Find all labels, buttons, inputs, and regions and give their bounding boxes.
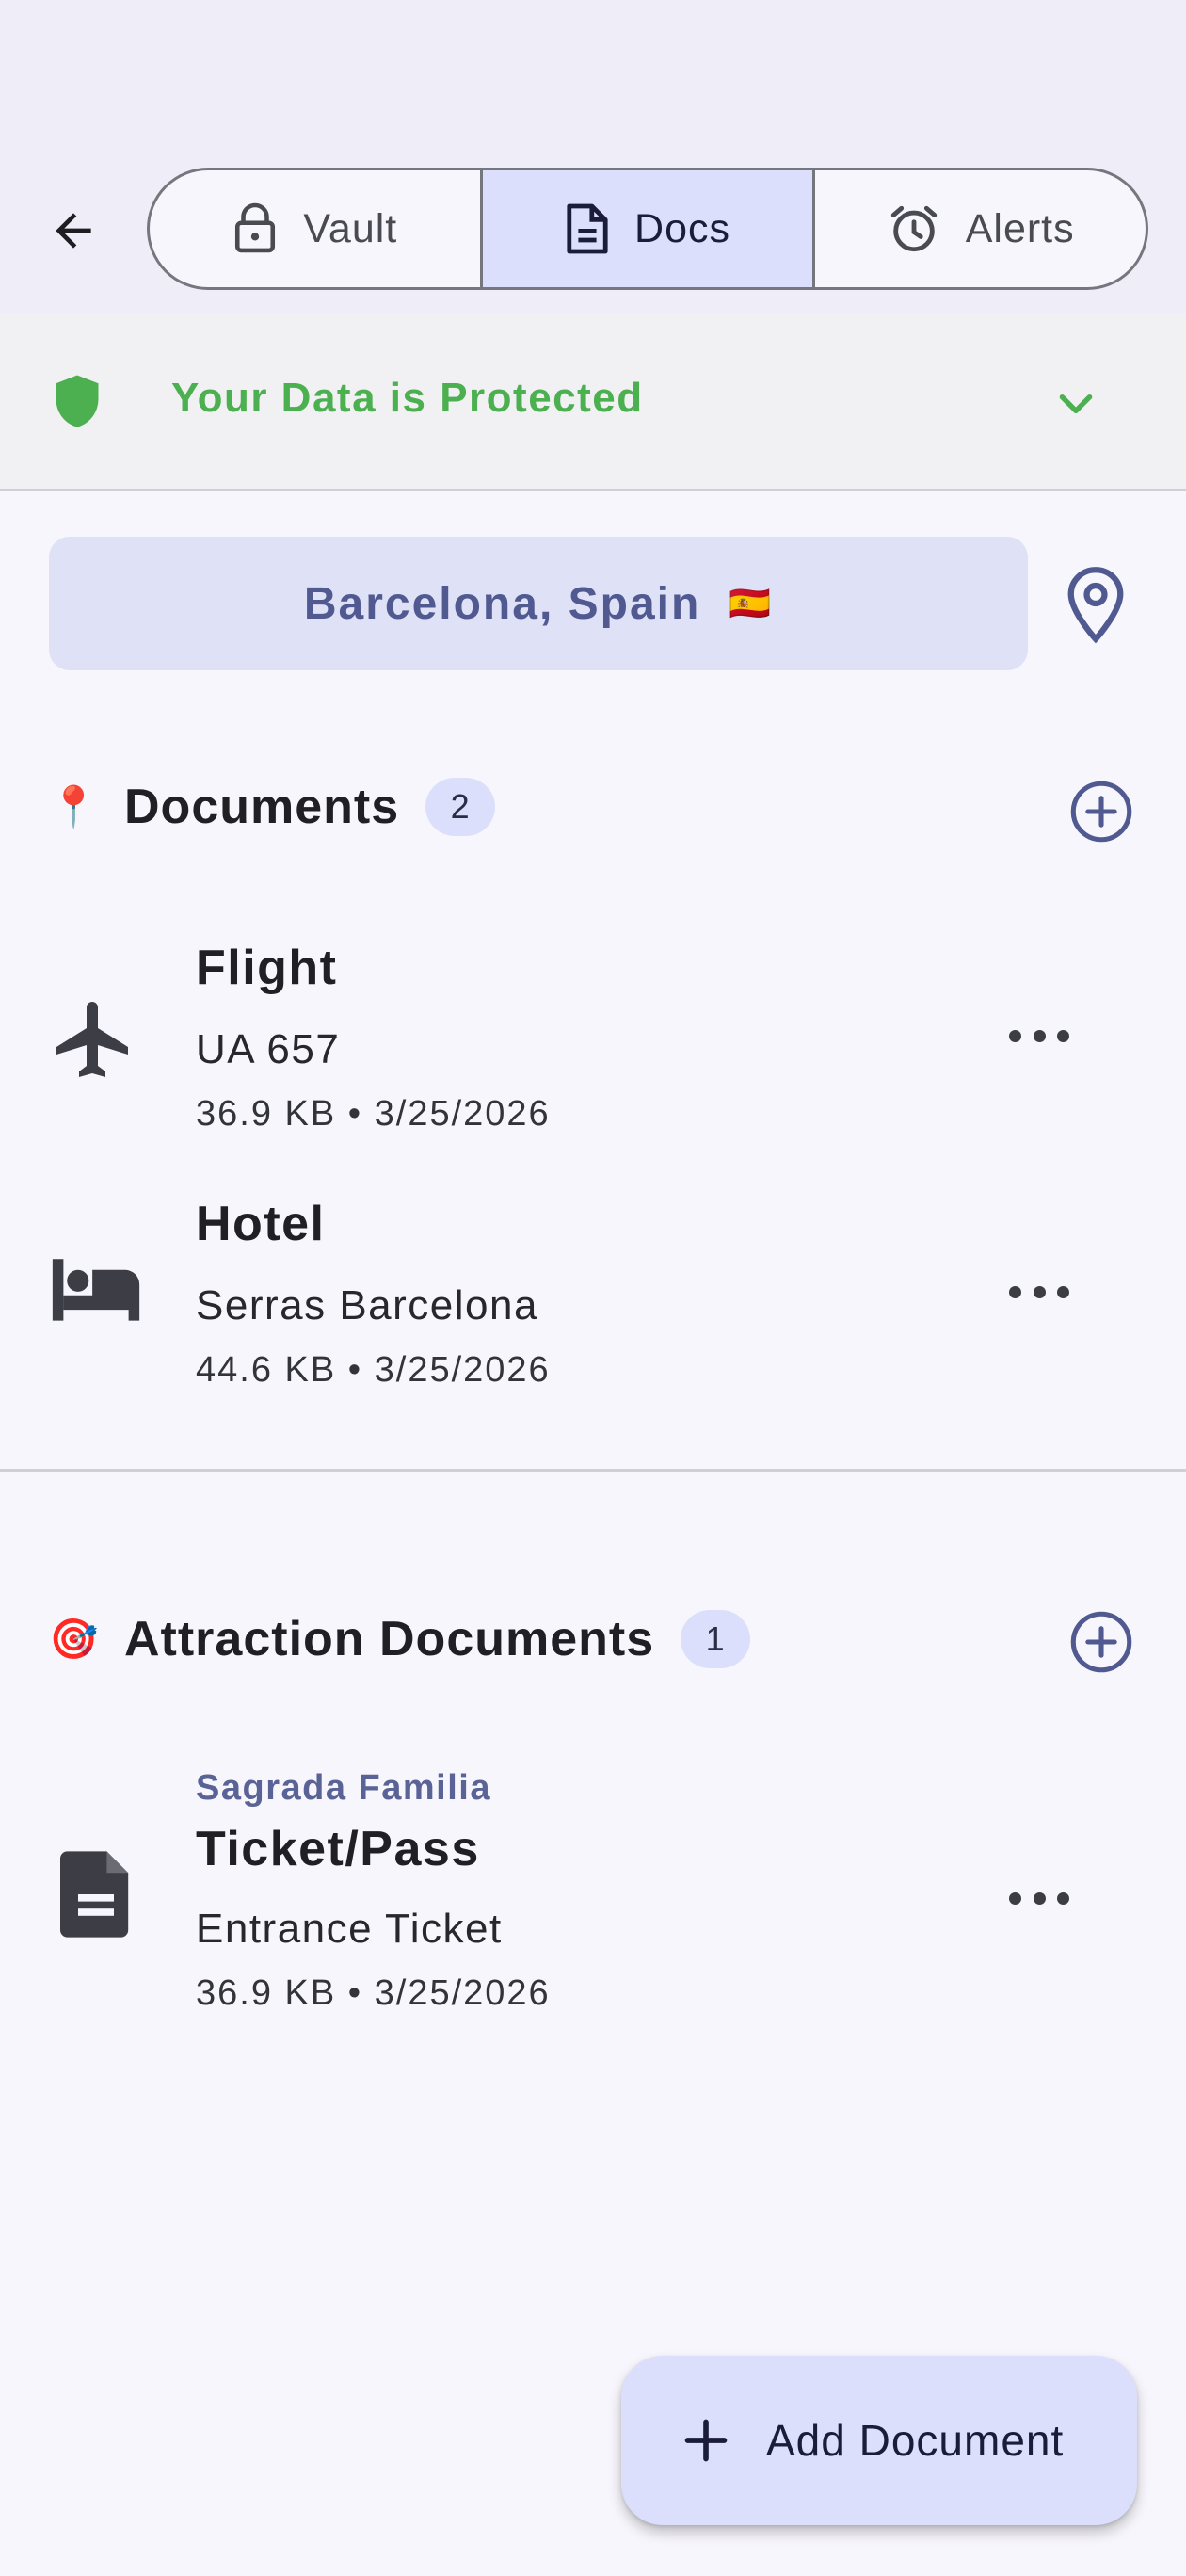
document-subtitle: Serras Barcelona xyxy=(196,1282,538,1328)
attractions-section-header: 🎯 Attraction Documents 1 xyxy=(49,1610,751,1668)
list-item[interactable]: Flight UA 657 36.9 KB • 3/25/2026 xyxy=(0,932,1186,1167)
add-document-label: Add Document xyxy=(766,2416,1065,2465)
tab-switcher: Vault Docs Alerts xyxy=(147,168,1148,290)
document-title: Hotel xyxy=(196,1197,326,1251)
protection-status-text: Your Data is Protected xyxy=(171,375,644,421)
shield-icon xyxy=(56,375,99,427)
document-subtitle: UA 657 xyxy=(196,1026,341,1072)
tab-alerts-label: Alerts xyxy=(965,205,1075,251)
more-options-icon[interactable] xyxy=(1009,1286,1069,1305)
airplane-icon xyxy=(56,1002,128,1077)
attraction-name: Sagrada Familia xyxy=(196,1768,491,1808)
tab-docs-label: Docs xyxy=(634,205,730,251)
count-badge: 2 xyxy=(425,778,496,836)
lock-icon xyxy=(235,202,276,253)
list-item[interactable]: Sagrada Familia Ticket/Pass Entrance Tic… xyxy=(0,1761,1186,2034)
back-button[interactable] xyxy=(38,195,109,266)
more-options-icon[interactable] xyxy=(1009,1030,1069,1049)
tab-docs[interactable]: Docs xyxy=(482,170,816,287)
tab-vault[interactable]: Vault xyxy=(150,170,483,287)
list-item[interactable]: Hotel Serras Barcelona 44.6 KB • 3/25/20… xyxy=(0,1188,1186,1424)
location-selector[interactable]: Barcelona, Spain 🇪🇸 xyxy=(49,537,1028,670)
document-icon xyxy=(567,203,608,254)
add-circle-icon[interactable] xyxy=(1069,1610,1133,1674)
country-flag: 🇪🇸 xyxy=(729,584,774,622)
document-meta: 36.9 KB • 3/25/2026 xyxy=(196,1973,551,2013)
document-meta: 36.9 KB • 3/25/2026 xyxy=(196,1094,551,1134)
document-icon xyxy=(60,1851,129,1938)
alarm-icon xyxy=(890,205,937,252)
bed-icon xyxy=(52,1259,140,1321)
pin-icon: 📍 xyxy=(49,783,100,829)
tab-alerts[interactable]: Alerts xyxy=(815,170,1146,287)
location-name: Barcelona, Spain xyxy=(303,578,701,629)
target-icon: 🎯 xyxy=(49,1616,100,1661)
count-badge: 1 xyxy=(681,1610,751,1668)
section-title: Attraction Documents xyxy=(124,1612,655,1666)
documents-section-header: 📍 Documents 2 xyxy=(49,778,496,836)
section-divider xyxy=(0,1469,1186,1472)
map-pin-icon[interactable] xyxy=(1066,565,1126,644)
add-document-button[interactable]: Add Document xyxy=(621,2356,1137,2525)
section-title: Documents xyxy=(124,780,400,834)
document-subtitle: Entrance Ticket xyxy=(196,1906,503,1952)
top-bar: Vault Docs Alerts xyxy=(0,0,1186,313)
plus-icon xyxy=(684,2419,728,2462)
document-title: Ticket/Pass xyxy=(196,1822,480,1876)
document-meta: 44.6 KB • 3/25/2026 xyxy=(196,1350,551,1390)
document-title: Flight xyxy=(196,941,338,995)
more-options-icon[interactable] xyxy=(1009,1892,1069,1911)
chevron-down-icon[interactable] xyxy=(1052,380,1099,427)
data-protection-banner[interactable]: Your Data is Protected xyxy=(0,313,1186,491)
arrow-left-icon xyxy=(56,213,91,249)
tab-vault-label: Vault xyxy=(303,205,398,251)
add-circle-icon[interactable] xyxy=(1069,780,1133,844)
